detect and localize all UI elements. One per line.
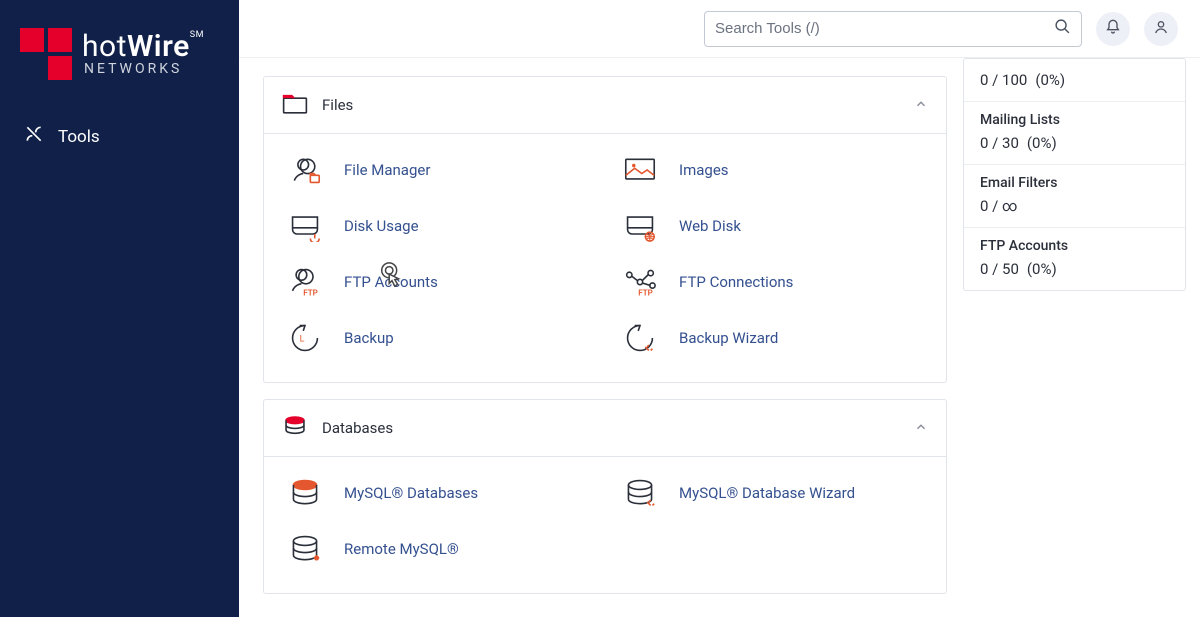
stat-label: FTP Accounts: [980, 238, 1169, 254]
stat-label: Email Filters: [980, 175, 1169, 191]
stat-pct: (0%): [1027, 134, 1057, 152]
database-panel-icon: [282, 414, 308, 442]
chevron-up-icon: [914, 96, 928, 115]
account-button[interactable]: [1144, 12, 1178, 46]
tool-label: FTP Connections: [679, 273, 793, 291]
stat-pct: (0%): [1027, 260, 1057, 278]
mysql-databases-icon: [284, 477, 326, 509]
notifications-button[interactable]: [1096, 12, 1130, 46]
panel-files-title: Files: [322, 96, 353, 114]
mysql-wizard-icon: [619, 477, 661, 509]
ftp-connections-icon: FTP: [619, 266, 661, 298]
disk-usage-icon: [284, 210, 326, 242]
stat-email-filters: Email Filters 0 / ∞: [964, 165, 1185, 228]
tool-remote-mysql[interactable]: Remote MySQL®: [270, 521, 605, 577]
stat-row: 0 / 100 (0%): [964, 59, 1185, 102]
backup-wizard-icon: [619, 322, 661, 354]
pointer-click-icon: [378, 260, 406, 294]
stat-mailing-lists: Mailing Lists 0 / 30 (0%): [964, 102, 1185, 165]
tool-images[interactable]: Images: [605, 142, 940, 198]
bell-icon: [1105, 19, 1121, 39]
tool-ftp-accounts[interactable]: FTP FTP Accounts: [270, 254, 605, 310]
tool-label: Web Disk: [679, 217, 741, 235]
tool-web-disk[interactable]: Web Disk: [605, 198, 940, 254]
panel-databases-header[interactable]: Databases: [264, 400, 946, 457]
svg-text:FTP: FTP: [638, 288, 653, 297]
brand-text: hotWireSM NETWORKS: [82, 31, 204, 77]
search-icon: [1054, 18, 1071, 39]
tool-backup-wizard[interactable]: Backup Wizard: [605, 310, 940, 366]
search-input[interactable]: [715, 20, 1054, 37]
tool-label: MySQL® Databases: [344, 484, 478, 502]
tool-ftp-connections[interactable]: FTP FTP Connections: [605, 254, 940, 310]
logo-mark-icon: [20, 28, 72, 80]
tool-mysql-wizard[interactable]: MySQL® Database Wizard: [605, 465, 940, 521]
folder-icon: [282, 91, 308, 119]
tool-backup[interactable]: L Backup: [270, 310, 605, 366]
stat-value: 0 / 50: [980, 260, 1019, 278]
panel-databases-title: Databases: [322, 419, 393, 437]
ftp-accounts-icon: FTP: [284, 266, 326, 298]
tool-label: Backup: [344, 329, 394, 347]
backup-icon: L: [284, 322, 326, 354]
tool-label: Disk Usage: [344, 217, 419, 235]
tool-file-manager[interactable]: File Manager: [270, 142, 605, 198]
svg-text:L: L: [300, 335, 305, 345]
svg-text:FTP: FTP: [303, 288, 318, 297]
sidebar-item-tools[interactable]: Tools: [0, 110, 239, 163]
tool-label: File Manager: [344, 161, 430, 179]
stat-pct: (0%): [1035, 71, 1065, 89]
tool-label: Remote MySQL®: [344, 540, 459, 558]
sidebar: hotWireSM NETWORKS Tools: [0, 0, 239, 617]
stat-value: 0 / 100: [980, 71, 1027, 89]
tools-icon: [24, 124, 58, 149]
tool-label: Backup Wizard: [679, 329, 778, 347]
stats-panel: 0 / 100 (0%) Mailing Lists 0 / 30 (0%) Ema…: [963, 58, 1186, 291]
tool-label: MySQL® Database Wizard: [679, 484, 855, 502]
sidebar-item-label: Tools: [58, 127, 100, 147]
remote-mysql-icon: [284, 533, 326, 565]
panel-files-header[interactable]: Files: [264, 77, 946, 134]
web-disk-icon: [619, 210, 661, 242]
chevron-up-icon: [914, 419, 928, 438]
topbar: [239, 0, 1200, 58]
brand-logo: hotWireSM NETWORKS: [0, 28, 239, 110]
tool-label: Images: [679, 161, 729, 179]
stat-label: Mailing Lists: [980, 112, 1169, 128]
stat-ftp-accounts: FTP Accounts 0 / 50 (0%): [964, 228, 1185, 290]
search-input-wrap[interactable]: [704, 11, 1082, 47]
panel-databases: Databases MySQL® Databases: [263, 399, 947, 594]
user-icon: [1153, 19, 1169, 39]
images-icon: [619, 154, 661, 186]
stat-value: 0 / 30: [980, 134, 1019, 152]
panel-files: Files File Manager: [263, 76, 947, 383]
file-manager-icon: [284, 154, 326, 186]
stat-value: 0 / ∞: [980, 197, 1018, 215]
tool-mysql-databases[interactable]: MySQL® Databases: [270, 465, 605, 521]
tool-disk-usage[interactable]: Disk Usage: [270, 198, 605, 254]
